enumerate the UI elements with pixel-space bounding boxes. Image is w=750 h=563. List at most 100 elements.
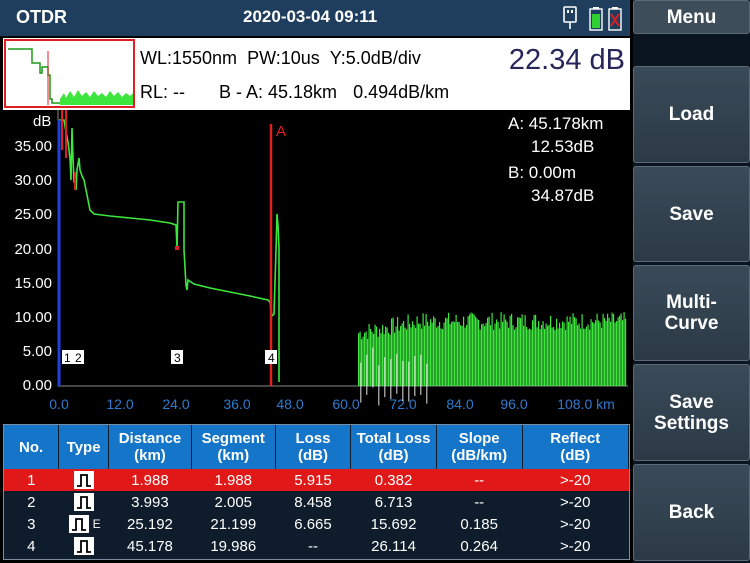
event-reflect-cell: >-20 — [522, 469, 629, 491]
multi-curve-button[interactable]: Multi- Curve — [633, 265, 750, 361]
y-tick-label: 15.00 — [14, 275, 52, 292]
measurement-info-panel: WL:1550nm PW:10us Y:5.0dB/div RL: -- B - A:… — [3, 38, 630, 110]
x-tick-label: 96.0 — [500, 396, 527, 412]
measurement-params: WL:1550nm PW:10us Y:5.0dB/div — [140, 48, 421, 69]
event-slope-cell: 0.264 — [460, 537, 498, 555]
event-distance-cell: 3.993 — [131, 493, 169, 511]
reflective-event-icon — [72, 493, 96, 512]
return-loss-value: RL: -- — [140, 82, 185, 102]
event-no-cell: 2 — [27, 493, 36, 511]
cursor-b-distance: B: 0.00m — [508, 163, 577, 182]
usb-icon — [563, 6, 577, 29]
event-loss-cell: 8.458 — [294, 493, 332, 511]
battery-empty-icon — [608, 7, 622, 31]
b-minus-a-distance: B - A: 45.18km — [219, 82, 338, 102]
x-tick-label: 60.0 — [332, 396, 359, 412]
reflective-event-icon — [67, 515, 91, 534]
event-segment-cell: 19.986 — [210, 537, 257, 555]
event-slope-cell: -- — [474, 493, 485, 511]
event-row[interactable]: 1 1.988 1.988 5.915 0.382 -- >-20 — [4, 469, 629, 491]
event-marker-1[interactable]: 1 — [62, 350, 73, 365]
multi-curve-button-label: Multi- Curve — [664, 292, 719, 334]
event-type-cell — [59, 535, 109, 557]
event-slope-cell: -- — [436, 469, 523, 491]
column-header: Loss (dB) — [275, 425, 352, 469]
event-distance-cell: 1.988 — [108, 469, 192, 491]
b-minus-a-loss: 22.34 dB — [508, 44, 625, 76]
x-tick-label: 36.0 — [223, 396, 250, 412]
event-total-cell: 15.692 — [370, 515, 417, 533]
x-tick-label: 108.0 km — [557, 396, 615, 412]
status-bar: OTDR 2020-03-04 09:11 — [0, 0, 630, 36]
load-button[interactable]: Load — [633, 66, 750, 163]
trace-noise-floor — [358, 312, 627, 406]
event-loss-cell: 5.915 — [275, 469, 351, 491]
event-distance-cell: 25.192 — [127, 515, 173, 533]
column-header: Slope (dB/km) — [436, 425, 523, 469]
status-icons — [563, 6, 622, 31]
event-segment-cell: 21.199 — [210, 515, 257, 533]
column-header: No. — [4, 425, 60, 469]
save-settings-button-label: Save Settings — [654, 391, 729, 434]
event-marker-2[interactable]: 2 — [73, 350, 84, 365]
svg-text:1: 1 — [64, 351, 71, 365]
back-button-label: Back — [668, 502, 715, 523]
column-header: Reflect (dB) — [522, 425, 630, 469]
svg-text:2: 2 — [75, 351, 82, 365]
event-marker-3[interactable]: 3 — [171, 350, 183, 365]
column-header: Distance (km) — [108, 425, 192, 469]
event-total-cell: 6.713 — [374, 493, 413, 511]
event-reflect-cell: >-20 — [560, 493, 591, 511]
load-button-label: Load — [668, 104, 715, 125]
event-reflect-cell: >-20 — [560, 515, 591, 533]
event-segment-cell: 1.988 — [191, 469, 276, 491]
battery-icon — [589, 7, 603, 31]
event-no-cell: 3 — [27, 515, 36, 533]
otdr-trace-plot[interactable]: dB 35.00 30.00 25.00 20.00 15.00 1 0.00 5.00 0.0… — [0, 110, 630, 422]
y-tick-label: 20.00 — [14, 241, 52, 258]
svg-text:4: 4 — [268, 351, 275, 365]
x-tick-label: 0.0 — [49, 396, 69, 412]
event-no-cell: 1 — [4, 469, 59, 491]
save-settings-button[interactable]: Save Settings — [633, 364, 750, 461]
x-tick-label: 24.0 — [162, 396, 189, 412]
event-loss-cell: -- — [307, 537, 318, 555]
event-distance-cell: 45.178 — [127, 537, 173, 555]
back-button[interactable]: Back — [633, 464, 750, 561]
event-marker-4[interactable]: 4 — [265, 350, 277, 365]
event-row[interactable]: 3 E 25.192 21.199 6.665 15.692 0.185 >-20 — [4, 513, 629, 535]
y-axis-unit: dB — [33, 113, 51, 130]
menu-button-label: Menu — [666, 6, 717, 28]
y-scale-value: Y:5.0dB/div — [329, 48, 421, 68]
app-title: OTDR — [16, 7, 67, 27]
y-tick-label: 30.00 — [14, 172, 52, 189]
trace-line — [59, 119, 280, 382]
y-tick-label: 5.00 — [23, 343, 52, 360]
b-minus-a-slope: 0.494dB/km — [353, 82, 450, 102]
end-event-flag: E — [92, 517, 101, 532]
y-tick-label: 0.00 — [23, 377, 52, 394]
cursor-b-level: 34.87dB — [531, 186, 595, 205]
x-tick-label: 12.0 — [106, 396, 133, 412]
event-total-cell: 0.382 — [350, 469, 437, 491]
menu-button[interactable]: Menu — [633, 0, 750, 34]
cursor-a-distance: A: 45.178km — [508, 114, 604, 133]
trace-overview-thumbnail[interactable] — [4, 39, 135, 108]
column-header: Segment (km) — [191, 425, 276, 469]
save-button[interactable]: Save — [633, 166, 750, 262]
y-tick-label: 35.00 — [14, 138, 52, 155]
wavelength-value: WL:1550nm — [140, 48, 238, 68]
event-no-cell: 4 — [27, 537, 36, 555]
reflective-event-icon — [72, 537, 96, 556]
event-type-cell — [58, 469, 109, 491]
y-tick-label: 25.00 — [14, 206, 52, 223]
svg-text:3: 3 — [174, 351, 181, 365]
pulse-width-value: PW:10us — [247, 48, 320, 68]
event-reflect-cell: >-20 — [560, 537, 591, 555]
x-tick-label: 84.0 — [446, 396, 473, 412]
event-row[interactable]: 4 45.178 19.986 -- 26.114 0.264 >-20 — [4, 535, 629, 557]
event-table-header: No. Type Distance (km) Segment (km) Loss (dB) To… — [4, 425, 630, 469]
event-segment-cell: 2.005 — [214, 493, 253, 511]
event-row[interactable]: 2 3.993 2.005 8.458 6.713 -- >-20 — [4, 491, 629, 513]
side-menu: Menu Load Save Multi- Curve Save Settings … — [633, 0, 750, 563]
